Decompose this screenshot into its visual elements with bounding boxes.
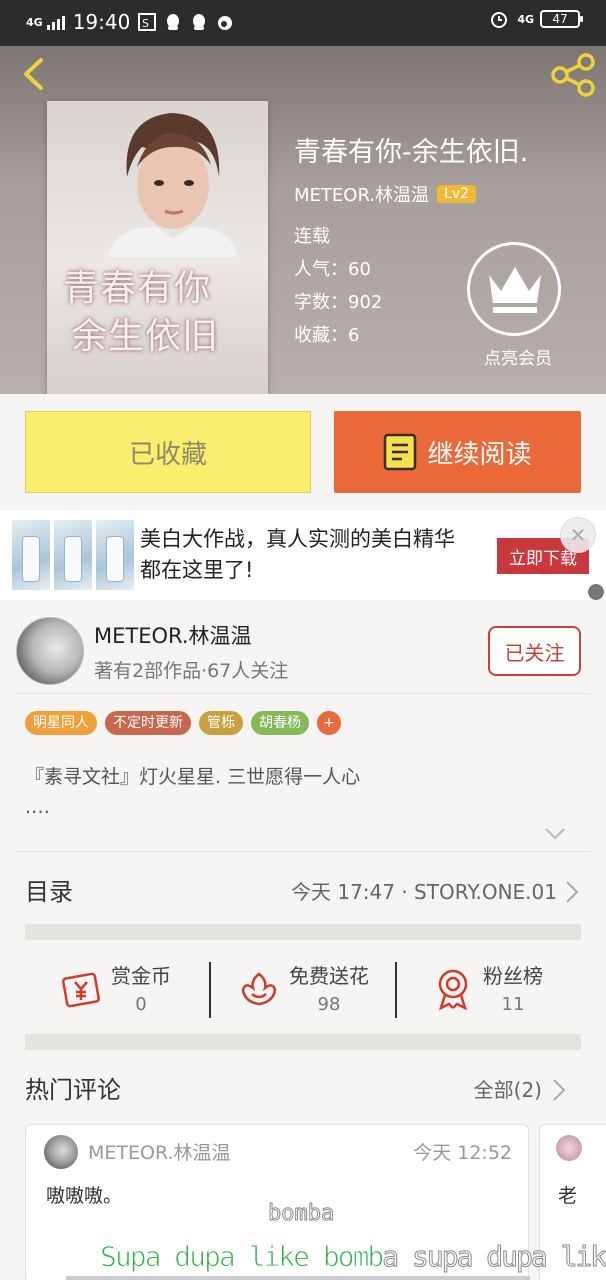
- book-word-count: 字数：902: [294, 292, 383, 313]
- cover-portrait: [107, 113, 237, 257]
- ad-close-icon[interactable]: ✕: [560, 517, 596, 553]
- continue-reading-label: 继续阅读: [427, 439, 532, 470]
- share-icon: [551, 53, 595, 97]
- lyric-rest: a supa dupa like: [382, 1240, 606, 1274]
- level-badge: Lv2: [437, 185, 477, 203]
- lyric-overlay-line2: Supa dupa like bomba supa dupa like: [99, 1240, 606, 1274]
- weibo-icon: [216, 13, 234, 31]
- membership-button[interactable]: [467, 242, 561, 336]
- crown-icon: [489, 267, 541, 313]
- stat-reward[interactable]: 赏金币 0: [25, 942, 210, 1048]
- ad-thumbnails: [12, 520, 134, 590]
- book-icon: [384, 433, 417, 471]
- ad-text: 美白大作战，真人实测的美白精华都在这里了!: [140, 527, 455, 582]
- ad-mark-icon: [588, 584, 604, 600]
- collected-button[interactable]: 已收藏: [25, 411, 311, 493]
- alarm-icon: [489, 10, 508, 28]
- tag-guanli[interactable]: 管栎: [199, 711, 243, 735]
- book-author[interactable]: METEOR.林温温: [294, 181, 429, 207]
- qq-icon-2: [190, 13, 208, 31]
- section-separator: [25, 924, 581, 940]
- tag-huchunyang[interactable]: 胡春杨: [251, 711, 309, 735]
- ad-banner[interactable]: 美白大作战，真人实测的美白精华都在这里了! 立即下载: [0, 510, 606, 600]
- network-label: 4G: [26, 15, 43, 29]
- book-title: 青春有你-余生依旧.: [294, 137, 529, 168]
- chevron-right-icon[interactable]: [552, 1078, 566, 1106]
- tag-update[interactable]: 不定时更新: [105, 711, 191, 735]
- cover-title-line1: 青春有你: [63, 268, 212, 309]
- flower-icon: [241, 972, 277, 1006]
- intro-line-2: .…: [25, 796, 51, 818]
- expand-chevron-icon[interactable]: [544, 826, 566, 845]
- signal-icon: [46, 14, 65, 30]
- ad-thumb: [12, 520, 50, 590]
- divider: [16, 851, 590, 852]
- commenter-avatar[interactable]: [556, 1135, 582, 1161]
- comment-time: 今天 12:52: [413, 1142, 512, 1164]
- right-network-label: 4G: [517, 12, 534, 26]
- scroll-indicator: [66, 1276, 530, 1280]
- stats-row: 赏金币 0 免费送花 98 粉丝榜 11: [25, 942, 581, 1048]
- toc-row[interactable]: 目录 今天 17:47 · STORY.ONE.01: [25, 872, 581, 922]
- screenshot-icon: S: [138, 13, 157, 31]
- book-intro[interactable]: 『素寻文社』灯火星星. 三世愿得一人心 .…: [25, 762, 565, 822]
- follow-button[interactable]: 已关注: [488, 626, 581, 676]
- lyric-highlight: Supa dupa like bomb: [99, 1240, 384, 1274]
- stat-flowers-label: 免费送花: [289, 964, 369, 988]
- battery-level: 47: [552, 12, 568, 26]
- tag-list: 明星同人 不定时更新 管栎 胡春杨 +: [25, 711, 341, 735]
- commenter-name[interactable]: METEOR.林温温: [88, 1138, 231, 1165]
- book-header: 青春有你 余生依旧 青春有你-余生依旧. METEOR.林温温 Lv2 连载 人…: [0, 46, 606, 394]
- lyric-overlay-line1: bomba: [267, 1201, 335, 1227]
- ad-thumb: [54, 520, 92, 590]
- continue-reading-button[interactable]: 继续阅读: [334, 411, 581, 493]
- intro-line-1: 『素寻文社』灯火星星. 三世愿得一人心: [25, 766, 361, 788]
- stat-reward-label: 赏金币: [111, 964, 171, 988]
- share-button[interactable]: [550, 52, 596, 98]
- chevron-right-icon: [565, 880, 579, 908]
- comment-text: 老: [558, 1185, 578, 1207]
- battery-icon: 47: [540, 10, 583, 28]
- all-comments-link[interactable]: 全部(2): [474, 1074, 542, 1103]
- author-avatar[interactable]: [16, 617, 84, 685]
- status-time: 19:40: [72, 10, 131, 34]
- section-separator: [25, 1034, 581, 1050]
- book-popularity: 人气：60: [294, 259, 371, 280]
- stat-fans-value: 11: [501, 994, 525, 1015]
- cover-title-line2: 余生依旧: [71, 316, 220, 357]
- membership-label[interactable]: 点亮会员: [484, 344, 552, 369]
- stat-flowers[interactable]: 免费送花 98: [211, 942, 396, 1048]
- book-status: 连载: [294, 226, 330, 247]
- commenter-avatar[interactable]: [44, 1135, 78, 1169]
- toc-latest-chapter: 今天 17:47 · STORY.ONE.01: [290, 880, 557, 904]
- qq-icon: [164, 13, 182, 31]
- reward-coin-icon: [62, 972, 100, 1008]
- tag-mingxing[interactable]: 明星同人: [25, 711, 97, 735]
- ad-thumb: [96, 520, 134, 590]
- stat-fans[interactable]: 粉丝榜 11: [397, 942, 582, 1048]
- add-tag-button[interactable]: +: [317, 711, 341, 735]
- medal-icon: [438, 969, 468, 1010]
- divider: [16, 693, 590, 694]
- author-section: METEOR.林温温 著有2部作品·67人关注 已关注 明星同人 不定时更新 管…: [0, 600, 606, 1280]
- toc-label: 目录: [25, 878, 73, 906]
- book-cover[interactable]: 青春有你 余生依旧: [47, 101, 268, 394]
- stat-flowers-value: 98: [317, 994, 341, 1015]
- book-favorites: 收藏：6: [294, 325, 360, 346]
- action-bar: 已收藏 继续阅读: [0, 394, 606, 510]
- back-button[interactable]: [14, 54, 54, 94]
- stat-fans-label: 粉丝榜: [483, 964, 543, 988]
- comment-text: 嗷嗷嗷。: [46, 1185, 123, 1207]
- stat-reward-value: 0: [135, 994, 147, 1015]
- back-arrow-icon: [24, 58, 43, 90]
- book-author-line: METEOR.林温温 Lv2: [294, 181, 477, 207]
- author-subtitle: 著有2部作品·67人关注: [94, 660, 289, 682]
- svg-text:S: S: [142, 17, 149, 30]
- status-bar: 4G 19:40 S 4G 47: [0, 0, 606, 46]
- author-name[interactable]: METEOR.林温温: [94, 620, 252, 650]
- hot-comments-title: 热门评论: [25, 1076, 121, 1104]
